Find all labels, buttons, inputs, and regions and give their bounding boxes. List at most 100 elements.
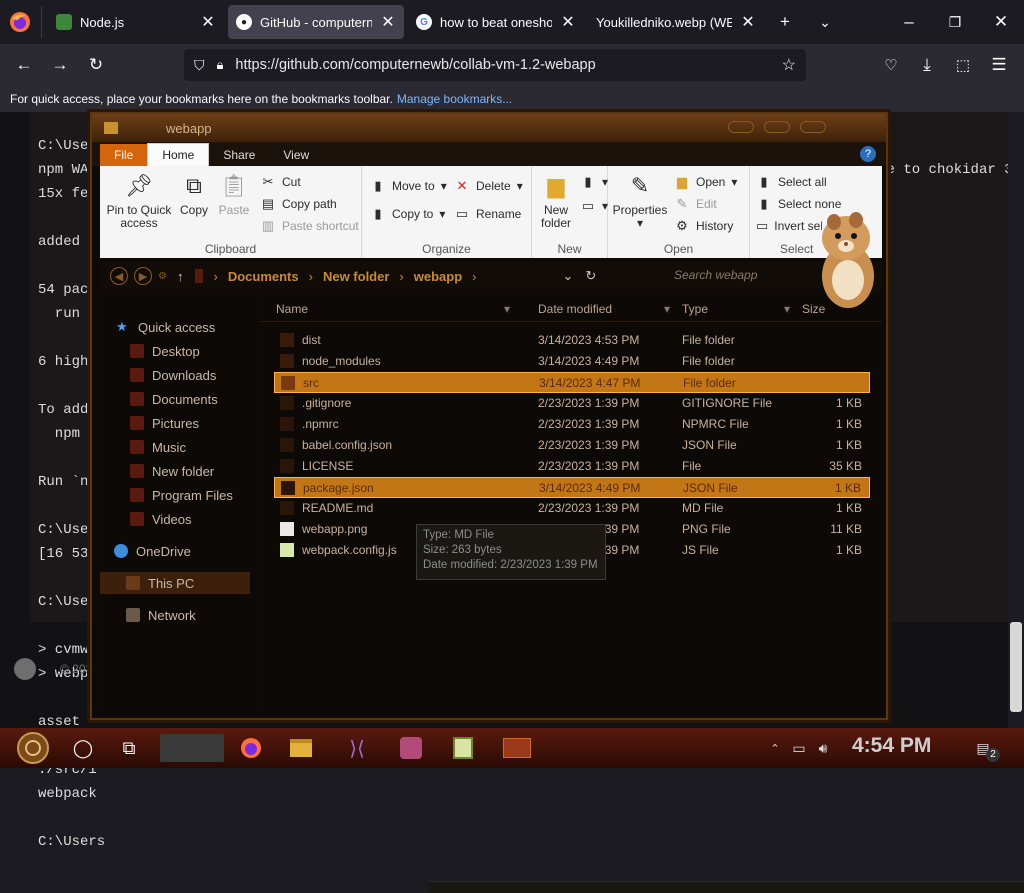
copy-to-button[interactable]: ▮ Copy to ▾ (370, 206, 445, 222)
minimize-icon[interactable] (728, 121, 754, 133)
forward-icon[interactable]: ▶ (134, 267, 152, 285)
tab-nodejs[interactable]: Node.js ✕ (48, 5, 224, 39)
file-row[interactable]: babel.config.json 2/23/2023 1:39 PM JSON F… (274, 435, 870, 456)
nav-onedrive[interactable]: OneDrive (114, 540, 191, 562)
tab-view[interactable]: View (269, 144, 323, 166)
back-icon[interactable]: ◀ (110, 267, 128, 285)
list-tabs-icon[interactable]: ⌄ (810, 7, 840, 37)
copy-button[interactable]: ⧉ Copy (176, 170, 212, 217)
paste-button[interactable]: 📋︎ Paste (216, 170, 252, 217)
open-button[interactable]: ▆ Open ▾ (674, 174, 737, 190)
breadcrumb-documents[interactable]: Documents (228, 269, 299, 284)
nav-pictures[interactable]: Pictures (130, 412, 199, 434)
nav-this-pc[interactable]: This PC (100, 572, 250, 594)
manage-bookmarks-link[interactable]: Manage bookmarks... (397, 92, 512, 106)
nav-videos[interactable]: Videos (130, 508, 192, 530)
column-type[interactable]: Type (682, 302, 708, 316)
file-explorer-taskbar-icon[interactable] (286, 734, 316, 762)
notepad-taskbar-icon[interactable] (448, 734, 478, 762)
close-icon[interactable]: ✕ (380, 12, 396, 32)
column-type-sort-icon[interactable]: ▾ (784, 302, 790, 316)
file-row[interactable]: README.md 2/23/2023 1:39 PM MD File 1 KB (274, 498, 870, 519)
extensions-icon[interactable]: ⬚ (948, 50, 978, 80)
horizontal-scrollbar[interactable] (428, 881, 1024, 893)
file-row[interactable]: LICENSE 2/23/2023 1:39 PM File 35 KB (274, 456, 870, 477)
properties-button[interactable]: ✎ Properties ▾ (612, 170, 668, 230)
file-row[interactable]: .npmrc 2/23/2023 1:39 PM NPMRC File 1 KB (274, 414, 870, 435)
search-icon[interactable]: ◯ (68, 734, 98, 762)
taskbar-clock[interactable]: 4:54 PM (852, 734, 931, 758)
copy-path-button[interactable]: ▤ Copy path (260, 196, 337, 212)
reload-icon[interactable]: ↻ (81, 50, 111, 80)
column-date-modified[interactable]: Date modified (538, 302, 612, 316)
file-row[interactable]: package.json 3/14/2023 4:49 PM JSON File 1 … (274, 477, 870, 498)
pin-to-quick-access-button[interactable]: 📌︎ Pin to Quick access (104, 170, 174, 230)
menu-icon[interactable]: ☰ (984, 50, 1014, 80)
nav-quick-access[interactable]: ★ Quick access (116, 316, 215, 338)
recent-locations-icon[interactable]: ⚙ (158, 271, 167, 282)
column-date-sort-icon[interactable]: ▾ (664, 302, 670, 316)
new-folder-button[interactable]: ▆ New folder (536, 170, 576, 230)
edit-button[interactable]: ✎ Edit (674, 196, 717, 212)
close-icon[interactable]: ✕ (200, 12, 216, 32)
downloads-icon[interactable]: ⤓ (912, 50, 942, 80)
address-dropdown-icon[interactable]: ⌄ (563, 268, 574, 284)
nav-documents[interactable]: Documents (130, 388, 218, 410)
file-row[interactable]: src 3/14/2023 4:47 PM File folder (274, 372, 870, 393)
rename-button[interactable]: ▭ Rename (454, 206, 522, 222)
file-row[interactable]: .gitignore 2/23/2023 1:39 PM GITIGNORE Fil… (274, 393, 870, 414)
url-bar[interactable]: ⛉ 🔒︎ https://github.com/computernewb/col… (184, 49, 806, 81)
start-button[interactable] (10, 732, 56, 764)
tab-home[interactable]: Home (147, 143, 210, 166)
close-window-icon[interactable]: ✕ (986, 7, 1016, 37)
game-taskbar-icon[interactable] (396, 734, 426, 762)
help-icon[interactable]: ? (860, 146, 876, 162)
close-icon[interactable] (800, 121, 826, 133)
tab-image[interactable]: Youkilledniko.webp (WEBP ✕ (588, 5, 764, 39)
maximize-icon[interactable] (764, 121, 790, 133)
column-name[interactable]: Name (276, 302, 308, 316)
taskbar-blank-button[interactable] (160, 734, 224, 762)
terminal-taskbar-icon[interactable] (500, 734, 534, 762)
tab-share[interactable]: Share (209, 144, 269, 166)
tab-file[interactable]: File (100, 144, 148, 166)
page-scrollbar[interactable] (1008, 112, 1024, 728)
up-icon[interactable]: ↑ (177, 269, 184, 284)
nav-network[interactable]: Network (126, 604, 196, 626)
close-icon[interactable]: ✕ (740, 12, 756, 32)
tab-google[interactable]: G how to beat oneshot - G ✕ (408, 5, 584, 39)
nav-program-files[interactable]: Program Files (130, 484, 233, 506)
tab-github[interactable]: ● GitHub - computernewb ✕ (228, 5, 404, 39)
forward-icon[interactable]: → (45, 50, 75, 80)
pocket-icon[interactable]: ♡ (876, 50, 906, 80)
cut-button[interactable]: ✂ Cut (260, 174, 301, 190)
new-item-button[interactable]: ▮ ▾ (580, 174, 608, 190)
paste-shortcut-button[interactable]: ▥ Paste shortcut (260, 218, 359, 234)
file-row[interactable]: dist 3/14/2023 4:53 PM File folder (274, 330, 870, 351)
new-tab-icon[interactable]: + (770, 7, 800, 37)
easy-access-button[interactable]: ▭ ▾ (580, 198, 608, 214)
nav-downloads[interactable]: Downloads (130, 364, 216, 386)
move-to-button[interactable]: ▮ Move to ▾ (370, 178, 446, 194)
file-row[interactable]: node_modules 3/14/2023 4:49 PM File folder (274, 351, 870, 372)
back-icon[interactable]: ← (9, 50, 39, 80)
task-view-icon[interactable]: ⧉ (114, 734, 144, 762)
close-icon[interactable]: ✕ (560, 12, 576, 32)
column-name-sort-icon[interactable]: ▾ (504, 302, 510, 316)
restore-icon[interactable]: ❐ (940, 7, 970, 37)
url-text[interactable]: https://github.com/computernewb/collab-v… (235, 57, 769, 73)
delete-button[interactable]: ✕ Delete ▾ (454, 178, 523, 194)
refresh-icon[interactable]: ↻ (585, 268, 596, 284)
shield-icon[interactable]: ⛉ (194, 57, 205, 74)
nav-music[interactable]: Music (130, 436, 186, 458)
firefox-taskbar-icon[interactable] (236, 734, 266, 762)
github-logo-icon[interactable] (14, 658, 36, 680)
history-button[interactable]: ⚙ History (674, 218, 733, 234)
volume-icon[interactable]: 🔊︎ (808, 734, 838, 762)
nav-desktop[interactable]: Desktop (130, 340, 200, 362)
breadcrumb-new-folder[interactable]: New folder (323, 269, 389, 284)
breadcrumb-webapp[interactable]: webapp (414, 269, 462, 284)
lock-icon[interactable]: 🔒︎ (217, 57, 224, 73)
nav-new-folder[interactable]: New folder (130, 460, 214, 482)
visual-studio-taskbar-icon[interactable]: ⟩⟨ (342, 734, 372, 762)
